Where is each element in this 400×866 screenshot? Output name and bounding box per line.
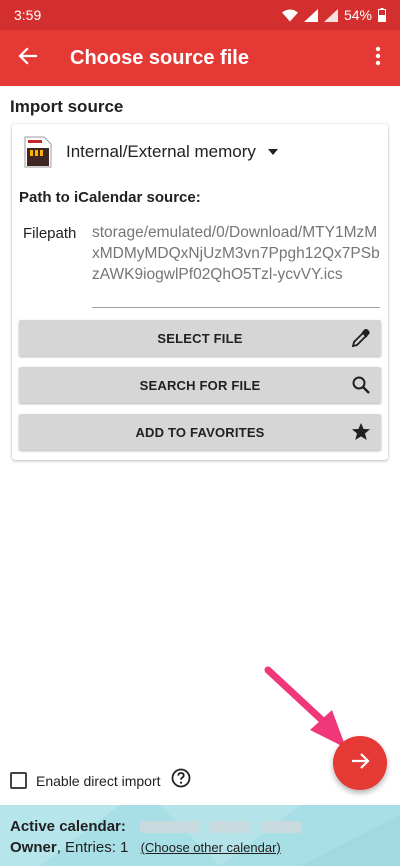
active-calendar-footer: Active calendar: Owner, Entries: 1 (Choo… [0,805,400,866]
status-time: 3:59 [14,7,42,23]
footer-pattern [0,805,400,866]
path-heading: Path to iCalendar source: [19,189,201,206]
app-bar: Choose source file [0,30,400,86]
enable-direct-import-checkbox[interactable] [10,772,27,789]
redacted-calendar-name [140,821,200,833]
arrow-left-icon [18,46,38,71]
owner-label: Owner [10,839,57,856]
annotation-arrow-icon [264,666,346,748]
help-circle-icon[interactable] [171,768,191,793]
active-calendar-label: Active calendar: [10,818,126,835]
source-selector[interactable]: Internal/External memory [24,136,278,168]
search-for-file-label: SEARCH FOR FILE [139,377,261,393]
search-for-file-button[interactable]: SEARCH FOR FILE [19,367,381,403]
import-source-card: Internal/External memory Path to iCalend… [12,124,388,460]
enable-direct-import-label: Enable direct import [36,772,161,789]
enable-direct-import-row: Enable direct import [10,768,191,793]
page-title: Choose source file [70,46,249,69]
back-button[interactable] [0,30,56,86]
owner-entries-line: Owner, Entries: 1 (Choose other calendar… [10,839,281,856]
star-icon [351,422,371,442]
filepath-underline [92,307,380,308]
import-source-heading: Import source [10,97,124,116]
more-options-button[interactable] [356,30,400,86]
redacted-calendar-name-3 [262,821,302,833]
dropdown-arrow-icon [267,149,278,155]
eyedropper-icon [351,328,371,348]
entries-label: , Entries: [56,839,116,856]
filepath-input[interactable]: storage/emulated/0/Download/MTY1MzMxMDMy… [92,222,382,285]
redacted-calendar-name-2 [210,821,250,833]
choose-other-calendar-link[interactable]: (Choose other calendar) [141,840,281,855]
add-to-favorites-button[interactable]: ADD TO FAVORITES [19,414,381,450]
select-file-button[interactable]: SELECT FILE [19,320,381,356]
select-file-label: SELECT FILE [157,330,243,346]
more-vert-icon [375,46,381,71]
arrow-right-icon [350,751,370,776]
wifi-icon [281,9,298,22]
search-icon [351,375,371,395]
entries-count: 1 [120,839,129,856]
filepath-label: Filepath [23,225,77,242]
add-to-favorites-label: ADD TO FAVORITES [135,424,265,440]
source-label: Internal/External memory [66,142,256,161]
signal-icon [303,8,318,22]
battery-percent: 54% [343,7,372,23]
sd-card-icon [24,136,52,168]
status-bar: 3:59 54% [0,0,400,30]
battery-icon [378,8,386,22]
next-button[interactable] [333,736,387,790]
signal-icon-2 [323,8,338,22]
